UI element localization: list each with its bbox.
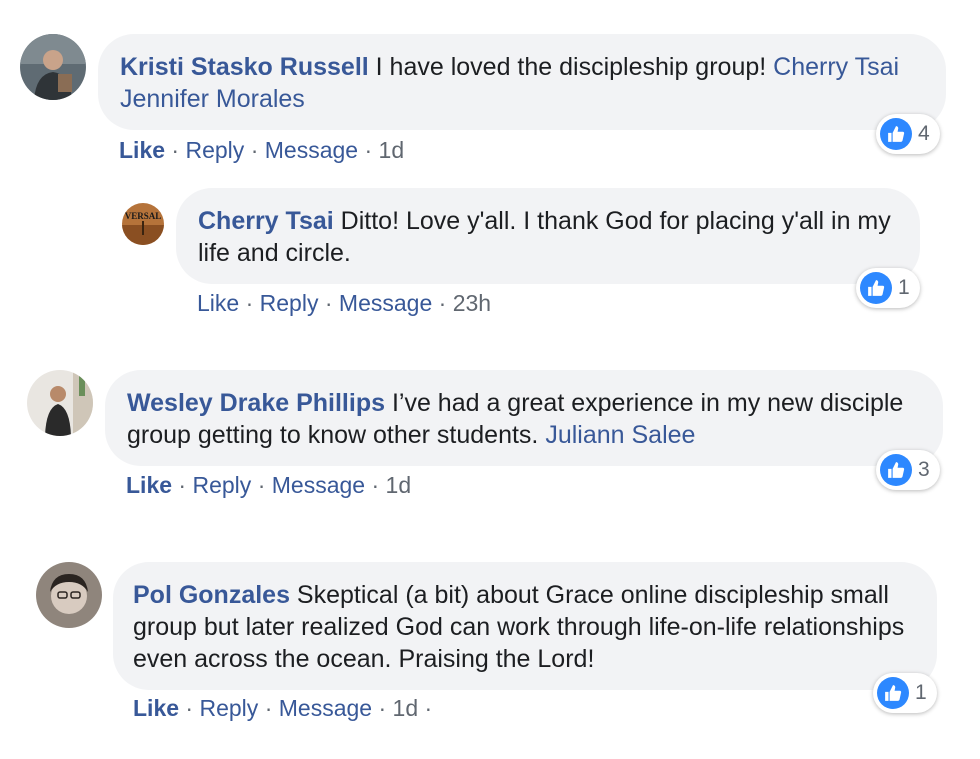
message-link[interactable]: Message (279, 695, 372, 721)
comment-author[interactable]: Kristi Stasko Russell (120, 53, 369, 81)
avatar-cherry[interactable]: VERSAL (122, 203, 164, 245)
like-link[interactable]: Like (133, 695, 179, 721)
reaction-badge[interactable]: 4 (876, 114, 940, 154)
comment-bubble-pol: Pol Gonzales Skeptical (a bit) about Gra… (113, 562, 937, 690)
separator: · (424, 695, 433, 721)
thumbs-up-icon (880, 454, 912, 486)
separator: · (245, 290, 254, 316)
avatar-wesley[interactable] (27, 370, 93, 436)
comment-bubble-kristi: Kristi Stasko Russell I have loved the d… (98, 34, 946, 130)
comment-text: I have loved the discipleship group! (368, 53, 774, 81)
separator: · (178, 472, 187, 498)
avatar-pol[interactable] (36, 562, 102, 628)
comment-actions: Like · Reply · Message · 1d (126, 470, 411, 500)
separator: · (378, 695, 387, 721)
separator: · (185, 695, 194, 721)
separator: · (324, 290, 333, 316)
reply-link[interactable]: Reply (199, 695, 258, 721)
separator: · (171, 137, 180, 163)
comment-author[interactable]: Wesley Drake Phillips (127, 389, 385, 417)
avatar-kristi[interactable] (20, 34, 86, 100)
reaction-count: 4 (918, 122, 930, 145)
avatar-logo-text: VERSAL (125, 211, 162, 221)
mention-link[interactable]: Jennifer Morales (120, 85, 305, 113)
separator: · (250, 137, 259, 163)
message-link[interactable]: Message (272, 472, 365, 498)
comment-actions: Like · Reply · Message · 1d · (133, 693, 432, 723)
like-link[interactable]: Like (197, 290, 239, 316)
reaction-count: 3 (918, 458, 930, 481)
comment-bubble-wesley: Wesley Drake Phillips I’ve had a great e… (105, 370, 943, 466)
separator: · (364, 137, 373, 163)
reaction-count: 1 (915, 681, 927, 704)
message-link[interactable]: Message (265, 137, 358, 163)
reaction-count: 1 (898, 276, 910, 299)
reply-link[interactable]: Reply (260, 290, 319, 316)
comment-actions: Like · Reply · Message · 1d (119, 135, 404, 165)
message-link[interactable]: Message (339, 290, 432, 316)
timestamp[interactable]: 23h (453, 290, 491, 316)
separator: · (438, 290, 447, 316)
separator: · (257, 472, 266, 498)
reaction-badge[interactable]: 1 (856, 268, 920, 308)
reply-link[interactable]: Reply (192, 472, 251, 498)
separator: · (264, 695, 273, 721)
separator: · (371, 472, 380, 498)
reply-bubble-cherry: Cherry Tsai Ditto! Love y'all. I thank G… (176, 188, 920, 284)
thumbs-up-icon (877, 677, 909, 709)
comment-author[interactable]: Pol Gonzales (133, 581, 290, 609)
timestamp[interactable]: 1d (393, 695, 419, 721)
like-link[interactable]: Like (126, 472, 172, 498)
timestamp[interactable]: 1d (379, 137, 405, 163)
comment-author[interactable]: Cherry Tsai (198, 207, 334, 235)
like-link[interactable]: Like (119, 137, 165, 163)
reaction-badge[interactable]: 1 (873, 673, 937, 713)
timestamp[interactable]: 1d (386, 472, 412, 498)
mention-link[interactable]: Juliann Salee (545, 421, 695, 449)
thumbs-up-icon (860, 272, 892, 304)
reaction-badge[interactable]: 3 (876, 450, 940, 490)
mention-link[interactable]: Cherry Tsai (773, 53, 899, 81)
thumbs-up-icon (880, 118, 912, 150)
reply-link[interactable]: Reply (185, 137, 244, 163)
comment-actions: Like · Reply · Message · 23h (197, 288, 491, 318)
